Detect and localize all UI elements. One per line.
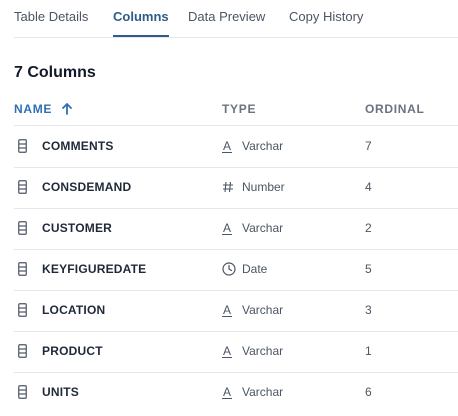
column-type: Varchar bbox=[242, 385, 284, 399]
name-header-label: NAME bbox=[14, 102, 53, 116]
column-name: COMMENTS bbox=[42, 139, 114, 153]
column-name: CUSTOMER bbox=[42, 221, 113, 235]
column-ordinal: 4 bbox=[365, 180, 372, 194]
text-type-icon: A bbox=[222, 303, 233, 317]
tab-copy-history[interactable]: Copy History bbox=[289, 10, 363, 36]
column-name: KEYFIGUREDATE bbox=[42, 262, 147, 276]
table-row[interactable]: UNITS A Varchar 6 bbox=[14, 372, 458, 413]
name-column-header[interactable]: NAME bbox=[14, 102, 73, 118]
ordinal-column-header[interactable]: ORDINAL bbox=[365, 102, 425, 116]
column-icon bbox=[18, 221, 27, 235]
table-row[interactable]: PRODUCT A Varchar 1 bbox=[14, 331, 458, 373]
table-row[interactable]: CONSDEMAND Number 4 bbox=[14, 167, 458, 209]
table-row[interactable]: KEYFIGUREDATE Date 5 bbox=[14, 249, 458, 291]
column-type: Varchar bbox=[242, 344, 284, 358]
number-type-icon bbox=[222, 179, 238, 195]
column-type: Number bbox=[242, 180, 285, 194]
column-ordinal: 2 bbox=[365, 221, 372, 235]
tab-table-details[interactable]: Table Details bbox=[14, 10, 88, 36]
column-ordinal: 5 bbox=[365, 262, 372, 276]
column-ordinal: 3 bbox=[365, 303, 372, 317]
tab-data-preview[interactable]: Data Preview bbox=[188, 10, 265, 36]
column-name: UNITS bbox=[42, 385, 79, 399]
column-type: Varchar bbox=[242, 139, 284, 153]
column-name: LOCATION bbox=[42, 303, 106, 317]
column-name: CONSDEMAND bbox=[42, 180, 132, 194]
column-ordinal: 7 bbox=[365, 139, 372, 153]
text-type-icon: A bbox=[222, 344, 233, 358]
table-row[interactable]: CUSTOMER A Varchar 2 bbox=[14, 208, 458, 250]
column-icon bbox=[18, 262, 27, 276]
table-row[interactable]: LOCATION A Varchar 3 bbox=[14, 290, 458, 332]
column-icon bbox=[18, 303, 27, 317]
columns-count-title: 7 Columns bbox=[14, 64, 96, 81]
column-ordinal: 6 bbox=[365, 385, 372, 399]
column-icon bbox=[18, 139, 27, 153]
text-type-icon: A bbox=[222, 385, 233, 399]
text-type-icon: A bbox=[222, 139, 233, 153]
tab-columns[interactable]: Columns bbox=[113, 10, 169, 37]
column-name: PRODUCT bbox=[42, 344, 103, 358]
column-type: Varchar bbox=[242, 303, 284, 317]
clock-type-icon bbox=[222, 261, 238, 277]
column-icon bbox=[18, 180, 27, 194]
column-icon bbox=[18, 344, 27, 358]
column-type: Date bbox=[242, 262, 268, 276]
tab-bar: Table Details Columns Data Preview Copy … bbox=[14, 0, 458, 38]
column-icon bbox=[18, 385, 27, 399]
text-type-icon: A bbox=[222, 221, 233, 235]
sort-ascending-icon bbox=[62, 103, 73, 118]
column-ordinal: 1 bbox=[365, 344, 372, 358]
type-column-header[interactable]: TYPE bbox=[222, 102, 256, 116]
column-type: Varchar bbox=[242, 221, 284, 235]
table-row[interactable]: COMMENTS A Varchar 7 bbox=[14, 126, 458, 168]
